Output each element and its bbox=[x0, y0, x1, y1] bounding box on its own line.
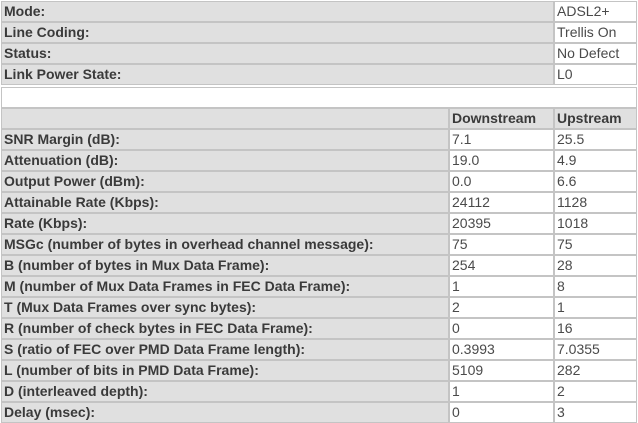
downstream-value: 19.0 bbox=[449, 150, 554, 171]
stats-row: Attenuation (dB): 19.0 4.9 bbox=[1, 150, 637, 171]
header-blank-cell bbox=[1, 108, 449, 129]
downstream-value: 254 bbox=[449, 255, 554, 276]
stats-row: SNR Margin (dB): 7.1 25.5 bbox=[1, 129, 637, 150]
downstream-value: 0 bbox=[449, 402, 554, 423]
line-coding-value: Trellis On bbox=[554, 22, 637, 43]
upstream-value: 282 bbox=[554, 360, 637, 381]
line-status-table: Mode: ADSL2+ Line Coding: Trellis On Sta… bbox=[1, 1, 637, 85]
downstream-value: 2 bbox=[449, 297, 554, 318]
mode-value: ADSL2+ bbox=[554, 1, 637, 22]
stats-row: D (interleaved depth): 1 2 bbox=[1, 381, 637, 402]
upstream-value: 7.0355 bbox=[554, 339, 637, 360]
stats-row: Delay (msec): 0 3 bbox=[1, 402, 637, 423]
line-coding-label: Line Coding: bbox=[1, 22, 554, 43]
stats-row: Output Power (dBm): 0.0 6.6 bbox=[1, 171, 637, 192]
stat-label: T (Mux Data Frames over sync bytes): bbox=[1, 297, 449, 318]
stats-row: B (number of bytes in Mux Data Frame): 25… bbox=[1, 255, 637, 276]
downstream-value: 20395 bbox=[449, 213, 554, 234]
downstream-value: 7.1 bbox=[449, 129, 554, 150]
upstream-value: 28 bbox=[554, 255, 637, 276]
status-row: Mode: ADSL2+ bbox=[1, 1, 637, 22]
stat-label: Rate (Kbps): bbox=[1, 213, 449, 234]
stats-header-row: Downstream Upstream bbox=[1, 108, 637, 129]
downstream-value: 0.0 bbox=[449, 171, 554, 192]
status-value: No Defect bbox=[554, 43, 637, 64]
upstream-value: 2 bbox=[554, 381, 637, 402]
stats-row: M (number of Mux Data Frames in FEC Data… bbox=[1, 276, 637, 297]
upstream-header: Upstream bbox=[554, 108, 637, 129]
upstream-value: 75 bbox=[554, 234, 637, 255]
stats-row: L (number of bits in PMD Data Frame): 510… bbox=[1, 360, 637, 381]
stats-row: T (Mux Data Frames over sync bytes): 2 1 bbox=[1, 297, 637, 318]
stat-label: M (number of Mux Data Frames in FEC Data… bbox=[1, 276, 449, 297]
downstream-value: 0.3993 bbox=[449, 339, 554, 360]
downstream-value: 5109 bbox=[449, 360, 554, 381]
downstream-value: 75 bbox=[449, 234, 554, 255]
stat-label: Output Power (dBm): bbox=[1, 171, 449, 192]
stat-label: B (number of bytes in Mux Data Frame): bbox=[1, 255, 449, 276]
upstream-value: 8 bbox=[554, 276, 637, 297]
stat-label: MSGc (number of bytes in overhead channe… bbox=[1, 234, 449, 255]
upstream-value: 4.9 bbox=[554, 150, 637, 171]
upstream-value: 1018 bbox=[554, 213, 637, 234]
link-power-state-value: L0 bbox=[554, 64, 637, 85]
stat-label: Attainable Rate (Kbps): bbox=[1, 192, 449, 213]
downstream-value: 1 bbox=[449, 276, 554, 297]
stats-row: R (number of check bytes in FEC Data Fra… bbox=[1, 318, 637, 339]
downstream-value: 24112 bbox=[449, 192, 554, 213]
stat-label: D (interleaved depth): bbox=[1, 381, 449, 402]
upstream-value: 1128 bbox=[554, 192, 637, 213]
link-power-state-label: Link Power State: bbox=[1, 64, 554, 85]
status-label: Status: bbox=[1, 43, 554, 64]
status-row: Status: No Defect bbox=[1, 43, 637, 64]
stats-row: Rate (Kbps): 20395 1018 bbox=[1, 213, 637, 234]
stats-row: MSGc (number of bytes in overhead channe… bbox=[1, 234, 637, 255]
table-spacer bbox=[1, 87, 637, 108]
upstream-value: 25.5 bbox=[554, 129, 637, 150]
stat-label: Delay (msec): bbox=[1, 402, 449, 423]
upstream-value: 3 bbox=[554, 402, 637, 423]
stat-label: L (number of bits in PMD Data Frame): bbox=[1, 360, 449, 381]
downstream-header: Downstream bbox=[449, 108, 554, 129]
stat-label: R (number of check bytes in FEC Data Fra… bbox=[1, 318, 449, 339]
stat-label: Attenuation (dB): bbox=[1, 150, 449, 171]
stats-row: Attainable Rate (Kbps): 24112 1128 bbox=[1, 192, 637, 213]
stat-label: S (ratio of FEC over PMD Data Frame leng… bbox=[1, 339, 449, 360]
downstream-value: 1 bbox=[449, 381, 554, 402]
upstream-value: 1 bbox=[554, 297, 637, 318]
upstream-value: 16 bbox=[554, 318, 637, 339]
mode-label: Mode: bbox=[1, 1, 554, 22]
upstream-value: 6.6 bbox=[554, 171, 637, 192]
status-row: Line Coding: Trellis On bbox=[1, 22, 637, 43]
downstream-value: 0 bbox=[449, 318, 554, 339]
stats-row: S (ratio of FEC over PMD Data Frame leng… bbox=[1, 339, 637, 360]
status-row: Link Power State: L0 bbox=[1, 64, 637, 85]
stat-label: SNR Margin (dB): bbox=[1, 129, 449, 150]
line-statistics-table: Downstream Upstream SNR Margin (dB): 7.1 2… bbox=[1, 108, 637, 423]
